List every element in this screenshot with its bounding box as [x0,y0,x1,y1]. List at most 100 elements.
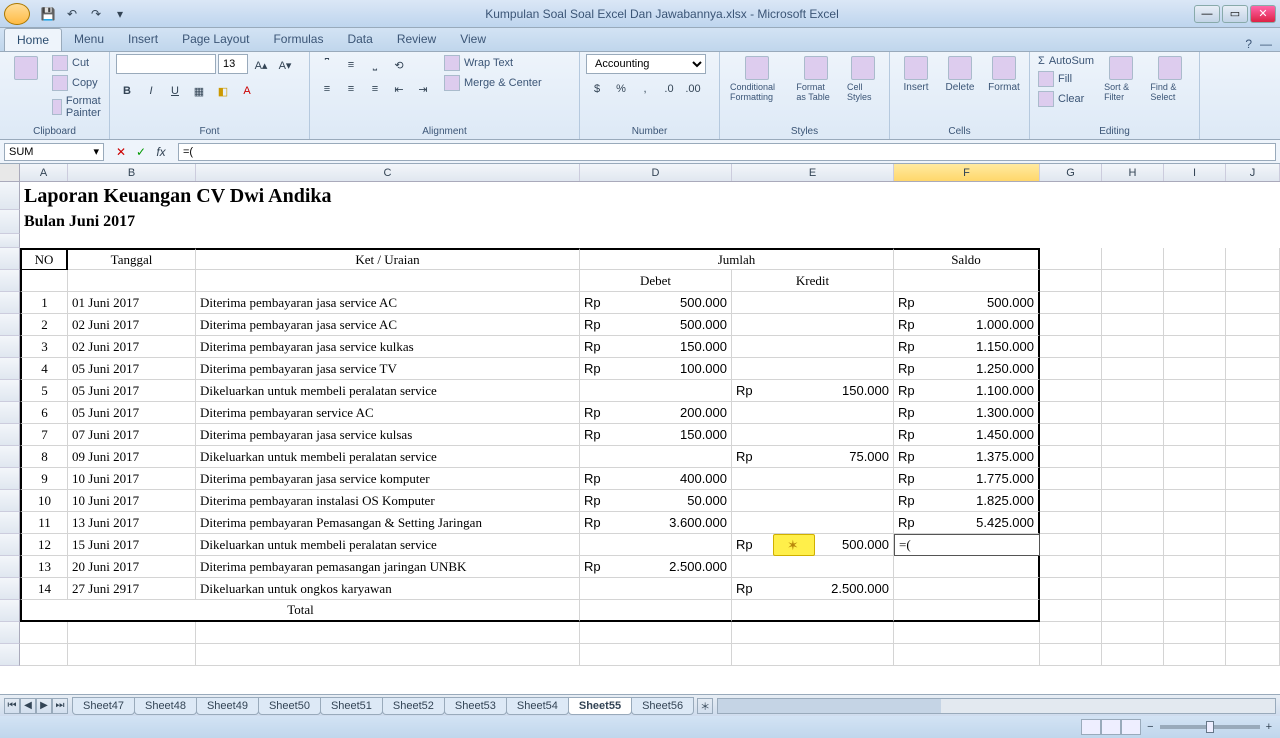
cell-desc[interactable]: Diterima pembayaran Pemasangan & Setting… [196,512,580,534]
money-cell[interactable]: Rp75.000 [732,446,894,468]
merge-center-button[interactable]: Merge & Center [442,74,544,92]
cell[interactable] [1102,314,1164,336]
increase-indent-icon[interactable]: ⇥ [412,78,434,100]
cell[interactable] [1226,424,1280,446]
cell[interactable] [1226,534,1280,556]
decrease-decimal-icon[interactable]: .00 [682,78,704,100]
cell-no[interactable]: 10 [20,490,68,512]
cell[interactable] [1164,270,1226,292]
conditional-formatting-button[interactable]: Conditional Formatting [726,54,788,104]
tab-view[interactable]: View [448,28,498,51]
cell[interactable] [1164,556,1226,578]
cell-saldo[interactable] [894,556,1040,578]
row-header[interactable] [0,210,20,234]
cell[interactable] [1226,358,1280,380]
cell[interactable] [1164,534,1226,556]
cell[interactable] [1164,468,1226,490]
cell-saldo[interactable] [894,578,1040,600]
align-top-icon[interactable]: ⎴ [316,54,338,76]
cell[interactable] [1226,314,1280,336]
fill-button[interactable]: Fill [1036,70,1096,88]
cell-date[interactable]: 01 Juni 2017 [68,292,196,314]
sheet-tab-sheet49[interactable]: Sheet49 [196,697,259,715]
cell[interactable] [732,556,894,578]
decrease-indent-icon[interactable]: ⇤ [388,78,410,100]
cell[interactable] [1040,622,1102,644]
cell[interactable] [196,622,580,644]
money-cell[interactable]: Rp150.000 [580,424,732,446]
tab-review[interactable]: Review [385,28,448,51]
cell[interactable] [1040,512,1102,534]
find-select-button[interactable]: Find & Select [1146,54,1193,104]
cell-date[interactable]: 05 Juni 2017 [68,402,196,424]
cell[interactable] [1226,556,1280,578]
cell[interactable] [68,622,196,644]
row-header[interactable] [0,534,20,556]
cell-saldo[interactable]: Rp1.450.000 [894,424,1040,446]
cell[interactable] [732,358,894,380]
row-header[interactable] [0,556,20,578]
cell[interactable] [1226,446,1280,468]
chevron-down-icon[interactable]: ▾ [93,145,99,158]
row-header[interactable] [0,402,20,424]
cell[interactable] [1164,446,1226,468]
number-format-select[interactable]: Accounting [586,54,706,74]
cell[interactable] [1102,380,1164,402]
cell-date[interactable]: 02 Juni 2017 [68,314,196,336]
cell[interactable] [732,402,894,424]
cell-desc[interactable]: Diterima pembayaran jasa service kulkas [196,336,580,358]
sheet-tab-sheet50[interactable]: Sheet50 [258,697,321,715]
cell[interactable] [1226,402,1280,424]
cell[interactable] [1040,556,1102,578]
cell[interactable] [1040,380,1102,402]
cell[interactable] [1226,248,1280,270]
percent-format-icon[interactable]: % [610,78,632,100]
cell[interactable] [1102,578,1164,600]
underline-button[interactable]: U [164,80,186,102]
formula-input[interactable]: =( [178,143,1276,161]
clear-button[interactable]: Clear [1036,90,1096,108]
cell[interactable] [1040,248,1102,270]
spreadsheet-grid[interactable]: ABCDEFGHIJ Laporan Keuangan CV Dwi Andik… [0,164,1280,694]
cell[interactable] [732,424,894,446]
cell[interactable] [1102,490,1164,512]
row-header[interactable] [0,182,20,210]
cell-no[interactable]: 13 [20,556,68,578]
cell-no[interactable]: 3 [20,336,68,358]
autosum-button[interactable]: ΣAutoSum [1036,54,1096,68]
cell[interactable] [1102,336,1164,358]
row-header[interactable] [0,424,20,446]
qat-dropdown-icon[interactable]: ▾ [110,4,130,24]
sheet-tab-sheet47[interactable]: Sheet47 [72,697,135,715]
column-header-B[interactable]: B [68,164,196,181]
money-cell[interactable]: Rp150.000 [732,380,894,402]
zoom-slider[interactable] [1160,725,1260,729]
comma-format-icon[interactable]: , [634,78,656,100]
cell[interactable] [1040,446,1102,468]
cell[interactable] [1040,402,1102,424]
cell-date[interactable]: 02 Juni 2017 [68,336,196,358]
format-painter-button[interactable]: Format Painter [50,94,109,120]
horizontal-scrollbar[interactable] [717,698,1276,714]
cell-no[interactable]: 14 [20,578,68,600]
cell[interactable] [20,644,68,666]
cell[interactable] [68,644,196,666]
sheet-tab-sheet48[interactable]: Sheet48 [134,697,197,715]
cell[interactable] [1040,358,1102,380]
cell-desc[interactable]: Diterima pembayaran jasa service AC [196,292,580,314]
cell[interactable] [732,622,894,644]
save-icon[interactable]: 💾 [38,4,58,24]
cell-styles-button[interactable]: Cell Styles [843,54,883,104]
column-header-J[interactable]: J [1226,164,1280,181]
enter-formula-icon[interactable]: ✓ [132,143,150,161]
cell-no[interactable]: 9 [20,468,68,490]
cell[interactable] [1164,402,1226,424]
cell-saldo[interactable]: Rp1.300.000 [894,402,1040,424]
increase-font-icon[interactable]: A▴ [250,54,272,76]
cell[interactable] [1040,314,1102,336]
cell-date[interactable]: 15 Juni 2017 [68,534,196,556]
cell[interactable] [580,644,732,666]
sheet-tab-sheet51[interactable]: Sheet51 [320,697,383,715]
cell-saldo[interactable]: Rp1.100.000 [894,380,1040,402]
row-header[interactable] [0,512,20,534]
